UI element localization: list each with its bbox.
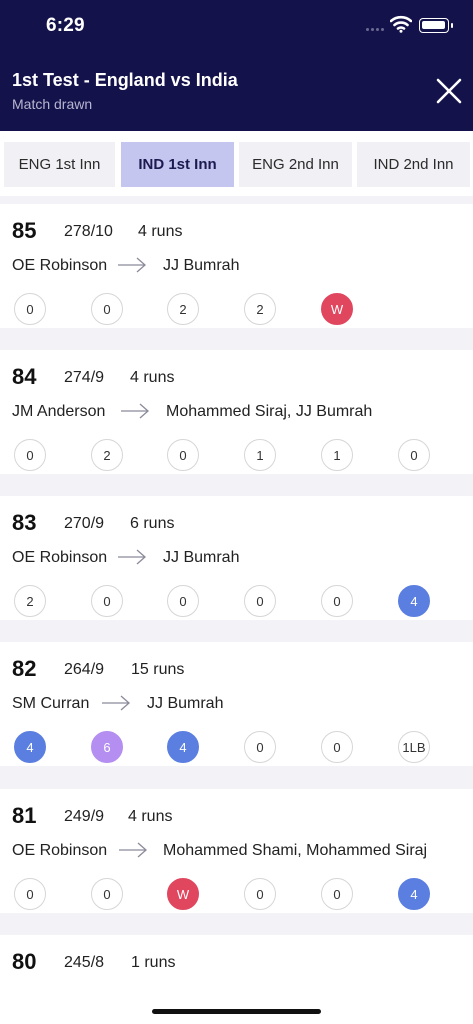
over-score: 249/9 [64, 808, 105, 825]
close-icon[interactable] [432, 74, 466, 108]
over-score: 264/9 [64, 661, 105, 678]
over-score: 245/8 [64, 954, 105, 971]
over-score: 274/9 [64, 369, 105, 386]
over-card[interactable]: 81 249/9 4 runs OE Robinson Mohammed Shami, … [0, 789, 473, 913]
innings-tabs: ENG 1st Inn IND 1st Inn ENG 2nd Inn IND … [0, 131, 473, 196]
ball-5: 1 [321, 439, 353, 471]
ball-2: 0 [91, 293, 123, 325]
over-runs: 6 runs [130, 515, 175, 532]
bowler-name: OE Robinson [12, 257, 108, 274]
status-time: 6:29 [46, 15, 85, 36]
cellular-signal-icon [366, 28, 384, 31]
ball-3: 0 [167, 585, 199, 617]
ball-6: 4 [398, 878, 430, 910]
over-number: 81 [12, 803, 37, 828]
batter-names: Mohammed Siraj, JJ Bumrah [166, 403, 373, 420]
arrow-right-icon [118, 549, 146, 565]
bowler-name: OE Robinson [12, 842, 108, 859]
over-runs: 4 runs [130, 369, 175, 386]
tab-ind-2nd-inn[interactable]: IND 2nd Inn [357, 142, 470, 187]
over-number: 84 [12, 364, 37, 389]
arrow-right-icon [121, 403, 149, 419]
ball-4: 0 [244, 585, 276, 617]
batter-names: JJ Bumrah [163, 549, 240, 566]
batter-names: JJ Bumrah [147, 695, 224, 712]
status-bar: 6:29 [0, 0, 473, 54]
ball-3: 2 [167, 293, 199, 325]
wifi-icon [390, 15, 412, 33]
ball-6: 0 [398, 439, 430, 471]
ball-2: 0 [91, 585, 123, 617]
over-score: 270/9 [64, 515, 105, 532]
batter-names: JJ Bumrah [163, 257, 240, 274]
over-number: 85 [12, 218, 37, 243]
over-number: 83 [12, 510, 37, 535]
tab-eng-1st-inn[interactable]: ENG 1st Inn [4, 142, 115, 187]
over-card[interactable]: 83 270/9 6 runs OE Robinson JJ Bumrah 2 0 0 0 0 4 [0, 496, 473, 620]
battery-icon [419, 18, 449, 33]
over-number: 82 [12, 656, 37, 681]
ball-3: 0 [167, 439, 199, 471]
ball-1: 2 [14, 585, 46, 617]
bowler-name: JM Anderson [12, 403, 106, 420]
over-runs: 4 runs [138, 223, 183, 240]
arrow-right-icon [119, 842, 147, 858]
match-result: Match drawn [12, 96, 93, 112]
bowler-name: OE Robinson [12, 549, 108, 566]
ball-5: 0 [321, 878, 353, 910]
over-number: 80 [12, 949, 37, 974]
ball-1: 0 [14, 293, 46, 325]
ball-3: 4 [167, 731, 199, 763]
ball-4: 0 [244, 878, 276, 910]
ball-2: 2 [91, 439, 123, 471]
ball-4: 2 [244, 293, 276, 325]
ball-1: 0 [14, 439, 46, 471]
ball-6: 4 [398, 585, 430, 617]
bowler-name: SM Curran [12, 695, 90, 712]
over-card[interactable]: 85 278/10 4 runs OE Robinson JJ Bumrah 0 0 2 2 W [0, 204, 473, 328]
match-header: 6:29 1st Test - England vs India Match d… [0, 0, 473, 131]
tab-eng-2nd-inn[interactable]: ENG 2nd Inn [239, 142, 352, 187]
over-card[interactable]: 82 264/9 15 runs SM Curran JJ Bumrah 4 6 4 0 0 1LB [0, 642, 473, 766]
over-runs: 4 runs [128, 808, 173, 825]
over-runs: 1 runs [131, 954, 176, 971]
match-title: 1st Test - England vs India [12, 70, 238, 90]
batter-names: Mohammed Shami, Mohammed Siraj [163, 842, 428, 859]
arrow-right-icon [102, 695, 130, 711]
ball-6: 1LB [398, 731, 430, 763]
over-score: 278/10 [64, 223, 113, 240]
home-indicator [152, 1009, 321, 1014]
ball-2: 6 [91, 731, 123, 763]
ball-5: 0 [321, 731, 353, 763]
bottom-bar [0, 988, 473, 1024]
ball-2: 0 [91, 878, 123, 910]
ball-1: 4 [14, 731, 46, 763]
ball-3: W [167, 878, 199, 910]
arrow-right-icon [118, 257, 146, 273]
ball-4: 1 [244, 439, 276, 471]
battery-cap [451, 23, 453, 28]
tab-ind-1st-inn[interactable]: IND 1st Inn [121, 142, 234, 187]
ball-4: 0 [244, 731, 276, 763]
over-runs: 15 runs [131, 661, 185, 678]
ball-5: 0 [321, 585, 353, 617]
ball-5: W [321, 293, 353, 325]
ball-1: 0 [14, 878, 46, 910]
over-card[interactable]: 84 274/9 4 runs JM Anderson Mohammed Siraj, … [0, 350, 473, 474]
